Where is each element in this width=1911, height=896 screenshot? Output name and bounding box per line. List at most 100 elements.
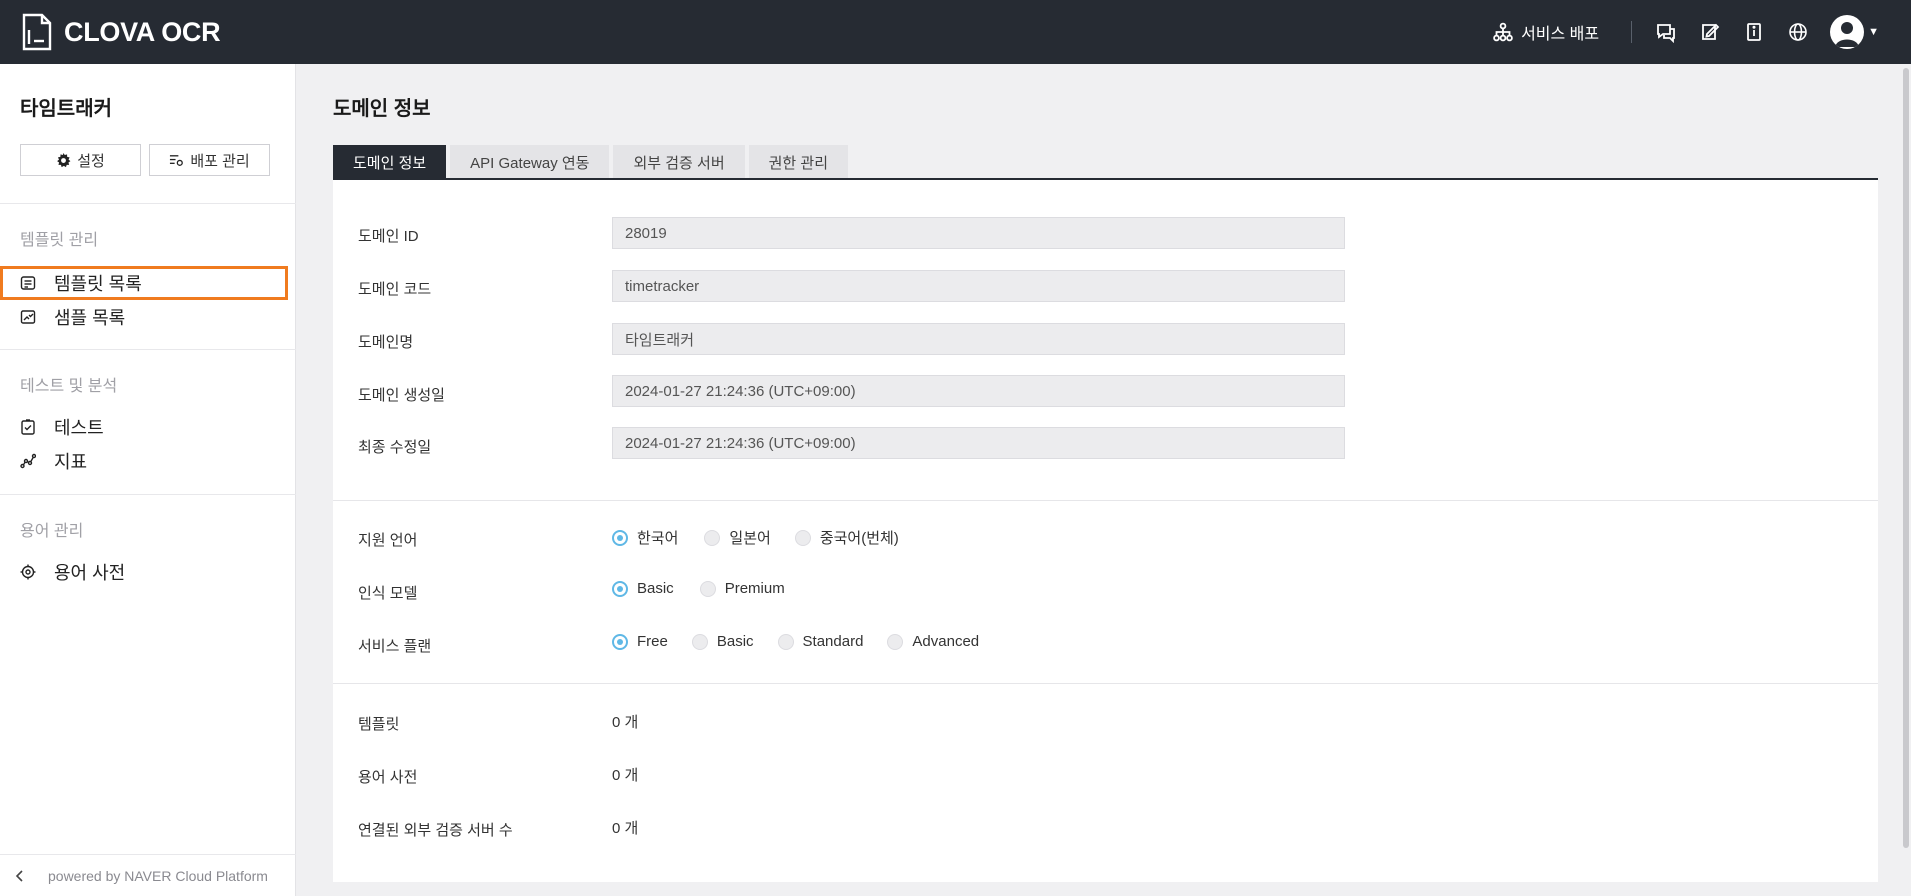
radio-japanese[interactable]: 일본어 (704, 527, 771, 548)
option-label-language: 지원 언어 (358, 532, 418, 549)
panel-divider (333, 683, 1878, 684)
model-radio-group: Basic Premium (612, 580, 805, 597)
radio-plan-free[interactable]: Free (612, 633, 668, 650)
app-title: CLOVA OCR (64, 16, 221, 47)
sidebar-item-label: 샘플 목록 (54, 308, 126, 328)
sidebar-item-dictionary[interactable]: 용어 사전 (0, 555, 288, 589)
field-label-domain-id: 도메인 ID (358, 228, 419, 245)
sidebar-footer: powered by NAVER Cloud Platform (0, 854, 296, 896)
radio-dot[interactable] (612, 580, 628, 597)
top-actions: 서비스 배포 ▼ (1493, 12, 1879, 52)
powered-by-text: powered by NAVER Cloud Platform (48, 867, 268, 884)
plan-radio-group: Free Basic Standard Advanced (612, 633, 999, 650)
count-value-templates: 0 개 (612, 714, 639, 731)
radio-korean[interactable]: 한국어 (612, 527, 678, 548)
radio-label: Premium (724, 580, 785, 597)
count-value-external-servers: 0 개 (612, 820, 639, 837)
radio-premium-model[interactable]: Premium (699, 580, 785, 597)
page-scrollbar[interactable] (1903, 68, 1909, 848)
sidebar-item-label: 용어 사전 (54, 563, 126, 583)
radio-label: Basic (716, 633, 754, 650)
option-label-plan: 서비스 플랜 (358, 638, 432, 655)
option-label-model: 인식 모델 (358, 585, 418, 602)
sidebar-item-test[interactable]: 테스트 (0, 410, 288, 444)
field-label-created-at: 도메인 생성일 (358, 387, 445, 404)
radio-dot[interactable] (699, 580, 716, 597)
chevron-down-icon[interactable]: ▼ (1868, 26, 1879, 38)
field-label-domain-name: 도메인명 (358, 334, 414, 351)
radio-plan-standard[interactable]: Standard (777, 633, 864, 650)
sidebar-item-sample-list[interactable]: 샘플 목록 (0, 300, 288, 334)
tab-permissions[interactable]: 권한 관리 (748, 145, 848, 179)
settings-label: 설정 (77, 152, 105, 170)
sidebar-item-label: 지표 (54, 452, 88, 472)
radio-plan-basic[interactable]: Basic (691, 633, 754, 650)
updated-at-field: 2024-01-27 21:24:36 (UTC+09:00) (612, 427, 1345, 459)
image-check-icon (20, 310, 36, 324)
app-logo[interactable]: CLOVA OCR (20, 12, 221, 52)
radio-label: Standard (802, 633, 864, 650)
sitemap-icon (1493, 22, 1513, 42)
radio-label: 중국어(번체) (819, 530, 899, 547)
domain-title: 타임트래커 (20, 98, 112, 120)
tab-external-server[interactable]: 외부 검증 서버 (613, 145, 745, 179)
radio-dot[interactable] (887, 633, 904, 650)
radio-dot[interactable] (612, 633, 628, 650)
deploy-manage-label: 배포 관리 (190, 152, 250, 170)
sidebar-divider (0, 203, 296, 204)
chat-icon[interactable] (1654, 20, 1678, 44)
radio-label: Free (637, 633, 668, 650)
sidebar-item-label: 템플릿 목록 (54, 274, 142, 294)
user-avatar-icon[interactable] (1830, 15, 1865, 49)
radio-dot[interactable] (612, 529, 628, 546)
topbar-divider (1631, 21, 1633, 43)
gear-icon (57, 152, 71, 167)
service-deploy-button[interactable]: 서비스 배포 (1493, 20, 1599, 44)
count-label-templates: 템플릿 (358, 716, 400, 733)
edit-note-icon[interactable] (1698, 20, 1722, 44)
chevron-left-icon[interactable] (12, 868, 28, 884)
radio-dot[interactable] (777, 633, 794, 650)
checklist-icon (21, 419, 35, 435)
radio-dot[interactable] (691, 633, 708, 650)
radio-dot[interactable] (704, 529, 721, 546)
section-template-manage: 템플릿 관리 (20, 232, 99, 249)
line-chart-icon (20, 453, 36, 469)
deploy-manage-button[interactable]: 배포 관리 (149, 144, 270, 176)
sidebar-item-label: 테스트 (54, 418, 104, 438)
count-label-dictionary: 용어 사전 (358, 769, 418, 786)
document-logo-icon (22, 13, 52, 51)
settings-button[interactable]: 설정 (20, 144, 141, 176)
created-at-field: 2024-01-27 21:24:36 (UTC+09:00) (612, 375, 1345, 407)
sidebar-item-template-list[interactable]: 템플릿 목록 (0, 266, 288, 300)
document-list-icon (20, 276, 36, 290)
language-radio-group: 한국어 일본어 중국어(번체) (612, 527, 919, 548)
radio-label: 한국어 (637, 530, 679, 547)
domain-info-panel: 도메인 ID 28019 도메인 코드 timetracker 도메인명 타임트… (333, 180, 1878, 882)
tab-api-gateway[interactable]: API Gateway 연동 (450, 145, 610, 179)
radio-label: Basic (637, 580, 674, 597)
radio-label: Advanced (912, 633, 980, 650)
field-label-domain-code: 도메인 코드 (358, 281, 432, 298)
sidebar-item-metrics[interactable]: 지표 (0, 444, 288, 478)
service-deploy-label: 서비스 배포 (1521, 26, 1600, 43)
info-icon[interactable] (1742, 20, 1766, 44)
panel-divider (333, 500, 1878, 501)
sidebar-divider (0, 349, 296, 350)
count-value-dictionary: 0 개 (612, 767, 639, 784)
count-label-external-servers: 연결된 외부 검증 서버 수 (358, 822, 513, 839)
top-navigation-bar: CLOVA OCR 서비스 배포 ▼ (0, 0, 1911, 64)
radio-basic-model[interactable]: Basic (612, 580, 674, 597)
tab-domain-info[interactable]: 도메인 정보 (333, 145, 447, 179)
page-title: 도메인 정보 (333, 98, 431, 120)
domain-name-field: 타임트래커 (612, 323, 1345, 355)
section-term-manage: 용어 관리 (20, 523, 84, 540)
sidebar-divider (0, 494, 296, 495)
globe-icon[interactable] (1786, 20, 1810, 44)
radio-plan-advanced[interactable]: Advanced (887, 633, 979, 650)
radio-chinese-traditional[interactable]: 중국어(번체) (794, 527, 899, 548)
domain-id-field: 28019 (612, 217, 1345, 249)
tab-bar: 도메인 정보 API Gateway 연동 외부 검증 서버 권한 관리 (333, 145, 848, 179)
radio-dot[interactable] (794, 529, 811, 546)
section-test-analysis: 테스트 및 분석 (20, 378, 118, 395)
